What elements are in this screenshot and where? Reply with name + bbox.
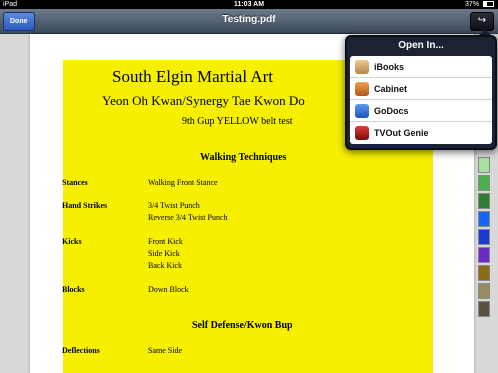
row-value: Back Kick bbox=[148, 261, 182, 270]
open-in-tvout-genie[interactable]: TVOut Genie bbox=[350, 122, 492, 144]
open-in-app-list: iBooks Cabinet GoDocs TVOut Genie bbox=[350, 56, 492, 144]
share-icon: ↪ bbox=[477, 15, 487, 26]
row-value: Reverse 3/4 Twist Punch bbox=[148, 213, 228, 222]
open-in-popover: Open In... iBooks Cabinet GoDocs TVOut G… bbox=[345, 35, 497, 150]
app-label: iBooks bbox=[374, 61, 405, 72]
godocs-icon bbox=[355, 103, 369, 118]
battery-icon bbox=[483, 1, 494, 8]
row-label: Blocks bbox=[62, 285, 85, 294]
page-thumbnail[interactable] bbox=[478, 157, 490, 173]
navigation-bar: Done Testing.pdf ↪ bbox=[0, 9, 498, 34]
section-heading: Walking Techniques bbox=[200, 152, 287, 163]
status-time: 11:03 AM bbox=[233, 1, 265, 8]
row-label: Kicks bbox=[62, 237, 82, 246]
app-label: GoDocs bbox=[374, 105, 409, 116]
row-value: Same Side bbox=[148, 346, 182, 355]
row-label: Stances bbox=[62, 178, 88, 187]
row-value: Down Block bbox=[148, 285, 189, 294]
page-thumbnail[interactable] bbox=[478, 211, 490, 227]
battery-indicator: 37% bbox=[465, 0, 494, 9]
open-in-ibooks[interactable]: iBooks bbox=[350, 56, 492, 78]
row-value: Walking Front Stance bbox=[148, 178, 218, 187]
row-label: Deflections bbox=[62, 346, 100, 355]
page-thumbnail[interactable] bbox=[478, 265, 490, 281]
doc-subtitle: Yeon Oh Kwan/Synergy Tae Kwon Do bbox=[102, 93, 305, 108]
page-thumbnail-strip[interactable] bbox=[478, 157, 492, 319]
page-thumbnail[interactable] bbox=[478, 283, 490, 299]
battery-percent: 37% bbox=[465, 1, 480, 8]
row-value: 3/4 Twist Punch bbox=[148, 201, 200, 210]
page-thumbnail[interactable] bbox=[478, 247, 490, 263]
page-thumbnail[interactable] bbox=[478, 175, 490, 191]
app-label: TVOut Genie bbox=[374, 128, 429, 138]
page-thumbnail[interactable] bbox=[478, 193, 490, 209]
popover-title: Open In... bbox=[398, 40, 444, 51]
open-in-godocs[interactable]: GoDocs bbox=[350, 100, 492, 122]
row-value: Front Kick bbox=[148, 237, 183, 246]
page-thumbnail[interactable] bbox=[478, 229, 490, 245]
ibooks-icon bbox=[355, 59, 369, 74]
row-value: Side Kick bbox=[148, 249, 180, 258]
doc-test-name: 9th Gup YELLOW belt test bbox=[182, 116, 293, 127]
section-heading: Self Defense/Kwon Bup bbox=[192, 320, 293, 331]
tvout-genie-icon bbox=[355, 126, 369, 140]
row-label: Hand Strikes bbox=[62, 201, 108, 210]
status-bar: iPad 11:03 AM 37% bbox=[0, 0, 498, 9]
page-thumbnail[interactable] bbox=[478, 301, 490, 317]
open-in-cabinet[interactable]: Cabinet bbox=[350, 78, 492, 100]
cabinet-icon bbox=[355, 81, 369, 96]
app-label: Cabinet bbox=[374, 83, 408, 94]
doc-title: South Elgin Martial Art bbox=[112, 67, 274, 86]
document-title: Testing.pdf bbox=[222, 14, 276, 25]
